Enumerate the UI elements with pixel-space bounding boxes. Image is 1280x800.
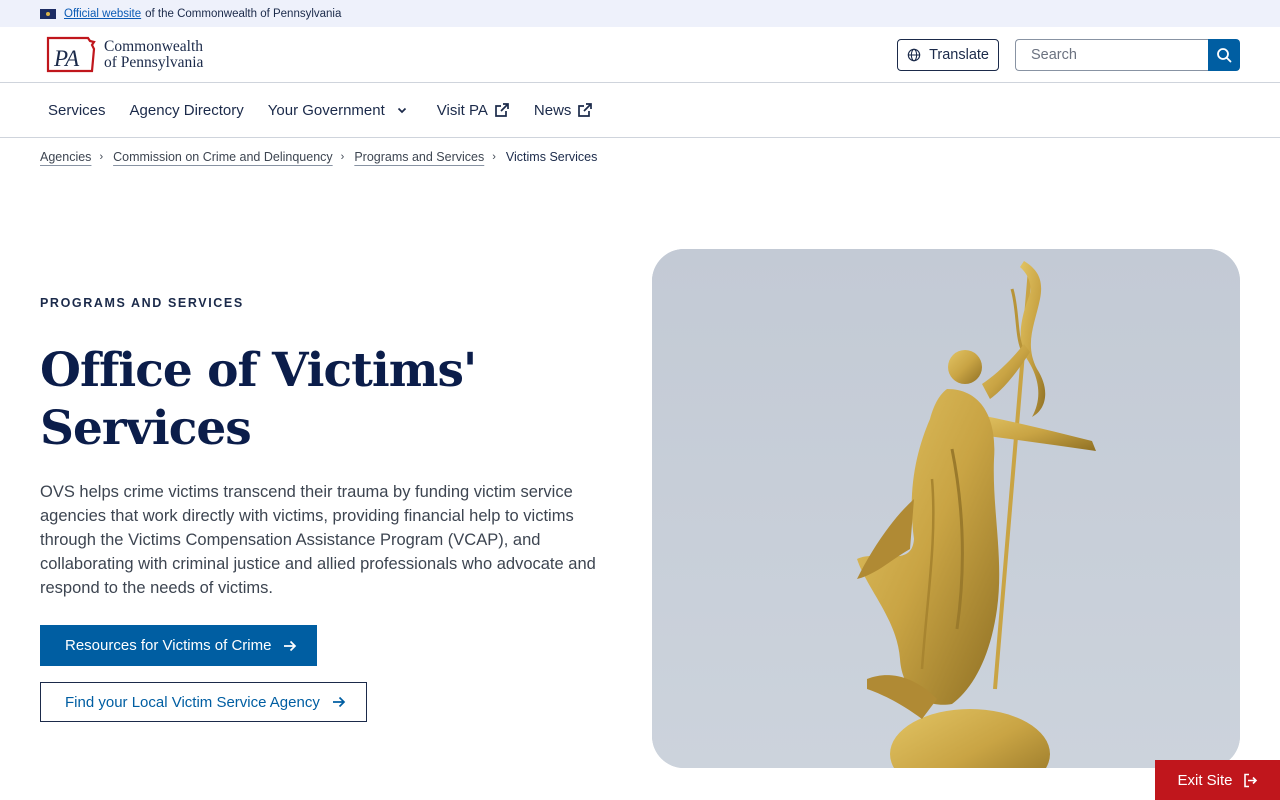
- arrow-right-icon: [332, 696, 346, 708]
- button-label: Find your Local Victim Service Agency: [65, 693, 320, 711]
- external-link-icon: [578, 103, 593, 117]
- translate-button[interactable]: Translate: [897, 38, 999, 71]
- logo-line2: of Pennsylvania: [104, 53, 204, 71]
- breadcrumb-link-programs[interactable]: Programs and Services: [354, 150, 484, 164]
- breadcrumb-link-commission[interactable]: Commission on Crime and Delinquency: [113, 150, 333, 164]
- breadcrumb-current: Victims Services: [505, 150, 598, 164]
- hero-description: OVS helps crime victims transcend their …: [40, 483, 596, 597]
- search-input[interactable]: [1015, 38, 1208, 71]
- globe-icon: [907, 48, 921, 61]
- search-form: [1015, 38, 1240, 71]
- nav-item-news[interactable]: News: [534, 102, 594, 119]
- pa-logo[interactable]: PA Commonwealth of Pennsylvania: [44, 35, 203, 75]
- nav-label: Services: [48, 101, 106, 119]
- site-header: PA Commonwealth of Pennsylvania Translat…: [0, 27, 1280, 83]
- pa-flag-icon: [40, 8, 56, 19]
- exit-site-button[interactable]: Exit Site: [1155, 760, 1280, 800]
- main-nav: Services Agency Directory Your Governmen…: [0, 83, 1280, 138]
- breadcrumb-link-agencies[interactable]: Agencies: [40, 150, 91, 164]
- breadcrumb: Agencies › Commission on Crime and Delin…: [0, 150, 1280, 164]
- chevron-down-icon: [397, 107, 406, 113]
- chevron-right-icon: ›: [99, 151, 104, 163]
- resources-for-victims-button[interactable]: Resources for Victims of Crime: [40, 625, 318, 666]
- commonwealth-statue-image: [652, 249, 1240, 768]
- nav-label: News: [533, 101, 572, 119]
- arrow-right-icon: [284, 640, 297, 651]
- translate-label: Translate: [929, 46, 989, 63]
- button-label: Resources for Victims of Crime: [65, 637, 272, 654]
- nav-label: Your Government: [267, 101, 385, 119]
- nav-label: Visit PA: [436, 101, 488, 119]
- statue-photo: [652, 249, 1240, 768]
- nav-item-services[interactable]: Services: [48, 102, 106, 119]
- pa-keystone-logo-icon: PA: [46, 36, 96, 72]
- search-button[interactable]: [1208, 38, 1240, 71]
- external-link-icon: [495, 103, 509, 117]
- chevron-right-icon: ›: [340, 151, 345, 163]
- page-title: Office of Victims' Services: [40, 343, 477, 456]
- nav-item-visit-pa[interactable]: Visit PA: [437, 102, 510, 119]
- official-website-banner: Official website of the Commonwealth of …: [0, 0, 1280, 27]
- find-local-agency-button[interactable]: Find your Local Victim Service Agency: [40, 682, 367, 722]
- hero-eyebrow: PROGRAMS AND SERVICES: [40, 296, 244, 310]
- chevron-right-icon: ›: [492, 151, 496, 163]
- exit-site-label: Exit Site: [1177, 771, 1233, 789]
- nav-item-your-government[interactable]: Your Government: [268, 102, 407, 119]
- logo-mark: PA: [53, 46, 80, 71]
- logo-line1: Commonwealth: [104, 37, 204, 55]
- search-icon: [1217, 47, 1232, 62]
- exit-icon: [1243, 773, 1257, 787]
- nav-item-agency-directory[interactable]: Agency Directory: [130, 102, 244, 119]
- official-website-link[interactable]: Official website: [64, 8, 141, 20]
- hero-content: PROGRAMS AND SERVICES Office of Victims'…: [40, 296, 630, 722]
- nav-label: Agency Directory: [129, 101, 244, 119]
- official-website-text: of the Commonwealth of Pennsylvania: [145, 7, 342, 20]
